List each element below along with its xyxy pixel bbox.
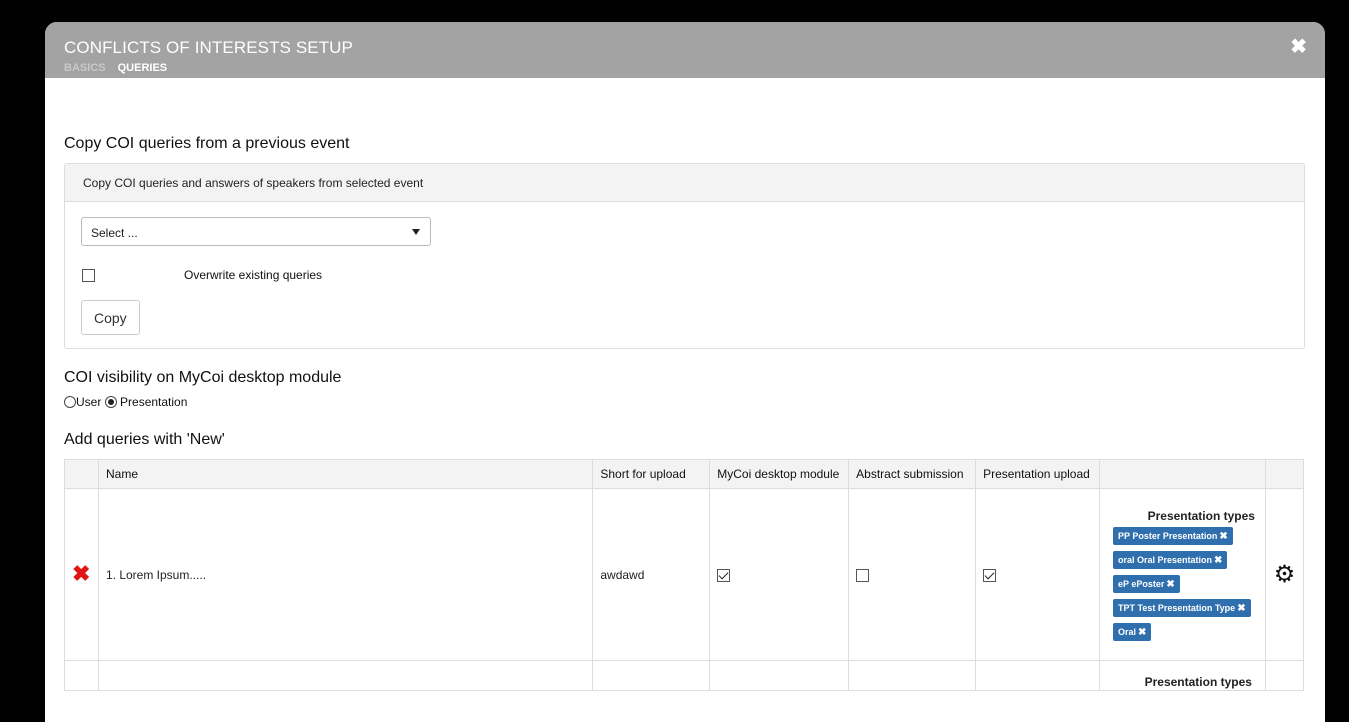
queries-table: Name Short for upload MyCoi desktop modu… — [64, 459, 1305, 691]
presentation-types-cell: Presentation types PP Poster Presentatio… — [1099, 488, 1266, 661]
remove-tag-icon[interactable]: ✖ — [1138, 627, 1146, 638]
presentation-checkbox[interactable] — [983, 568, 997, 582]
delete-cell: ✖ — [64, 488, 99, 661]
overwrite-checkbox[interactable] — [82, 269, 95, 282]
col-header-short: Short for upload — [592, 459, 711, 489]
gear-icon[interactable]: ⚙ — [1266, 560, 1303, 589]
visibility-heading: COI visibility on MyCoi desktop module — [64, 369, 342, 386]
radio-user[interactable] — [64, 396, 76, 408]
event-select[interactable]: Select ... — [81, 217, 431, 246]
copy-panel-heading: Copy COI queries and answers of speakers… — [65, 164, 1304, 202]
col-header-settings — [1264, 459, 1305, 489]
type-tag[interactable]: TPT Test Presentation Type ✖ — [1113, 598, 1251, 617]
type-tag-label: eP ePoster — [1118, 578, 1165, 589]
tag-list: PP Poster Presentation ✖ oral Oral Presen… — [1104, 526, 1261, 641]
modal-title: CONFLICTS OF INTERESTS SETUP — [64, 38, 353, 57]
abstract-checkbox[interactable] — [856, 568, 870, 582]
queries-heading: Add queries with 'New' — [64, 431, 225, 448]
col-header-types — [1099, 459, 1266, 489]
chevron-down-icon — [412, 229, 420, 235]
overwrite-label: Overwrite existing queries — [184, 268, 323, 282]
radio-presentation-label: Presentation — [120, 395, 188, 409]
radio-user-label: User — [76, 395, 102, 409]
table-header-row: Name Short for upload MyCoi desktop modu… — [64, 459, 1305, 489]
type-tag-label: Oral — [1118, 626, 1137, 637]
event-select-value: Select ... — [91, 226, 138, 240]
breadcrumb-basics[interactable]: BASICS — [64, 62, 106, 74]
table-row: Presentation types — [64, 660, 1305, 691]
breadcrumb: BASICS QUERIES — [64, 62, 1305, 74]
copy-panel-body: Select ... Overwrite existing queries Co… — [65, 202, 1304, 348]
col-header-presentation: Presentation upload — [975, 459, 1100, 489]
presentation-types-title: Presentation types — [1144, 675, 1252, 689]
modal-content: Copy COI queries from a previous event C… — [45, 135, 1325, 691]
breadcrumb-queries[interactable]: QUERIES — [118, 62, 168, 74]
remove-tag-icon[interactable]: ✖ — [1237, 603, 1245, 614]
modal-header: CONFLICTS OF INTERESTS SETUP BASICS QUER… — [45, 22, 1325, 78]
type-tag[interactable]: eP ePoster ✖ — [1113, 574, 1180, 593]
close-icon[interactable]: ✖ — [1290, 37, 1307, 57]
remove-tag-icon[interactable]: ✖ — [1219, 531, 1227, 542]
copy-panel: Copy COI queries and answers of speakers… — [64, 163, 1305, 349]
query-name: 1. Lorem Ipsum..... — [97, 488, 594, 661]
type-tag[interactable]: PP Poster Presentation ✖ — [1113, 526, 1233, 545]
presentation-types-title: Presentation types — [1147, 508, 1255, 523]
delete-icon[interactable]: ✖ — [72, 563, 90, 585]
copy-section-heading: Copy COI queries from a previous event — [64, 135, 350, 152]
mycoi-checkbox[interactable] — [717, 568, 731, 582]
query-short: awdawd — [592, 488, 711, 661]
coi-setup-modal: CONFLICTS OF INTERESTS SETUP BASICS QUER… — [45, 22, 1325, 722]
abstract-cell — [848, 488, 977, 661]
col-header-name: Name — [97, 459, 594, 489]
overwrite-row: Overwrite existing queries — [81, 266, 1288, 282]
mycoi-cell — [709, 488, 850, 661]
remove-tag-icon[interactable]: ✖ — [1214, 555, 1222, 566]
type-tag-label: PP Poster Presentation — [1118, 530, 1218, 541]
remove-tag-icon[interactable]: ✖ — [1166, 579, 1174, 590]
presentation-cell — [975, 488, 1100, 661]
radio-presentation[interactable] — [104, 396, 117, 408]
type-tag-label: oral Oral Presentation — [1118, 554, 1213, 565]
visibility-radio-group: User Presentation — [64, 395, 1305, 411]
settings-cell: ⚙ — [1264, 488, 1305, 661]
type-tag[interactable]: oral Oral Presentation ✖ — [1113, 550, 1228, 569]
col-header-abstract: Abstract submission — [848, 459, 977, 489]
type-tag-label: TPT Test Presentation Type — [1118, 602, 1236, 613]
col-header-mycoi: MyCoi desktop module — [709, 459, 850, 489]
copy-button[interactable]: Copy — [81, 300, 140, 335]
type-tag[interactable]: Oral ✖ — [1113, 622, 1152, 641]
table-row: ✖ 1. Lorem Ipsum..... awdawd Presentatio… — [64, 488, 1305, 661]
col-header-delete — [64, 459, 99, 489]
